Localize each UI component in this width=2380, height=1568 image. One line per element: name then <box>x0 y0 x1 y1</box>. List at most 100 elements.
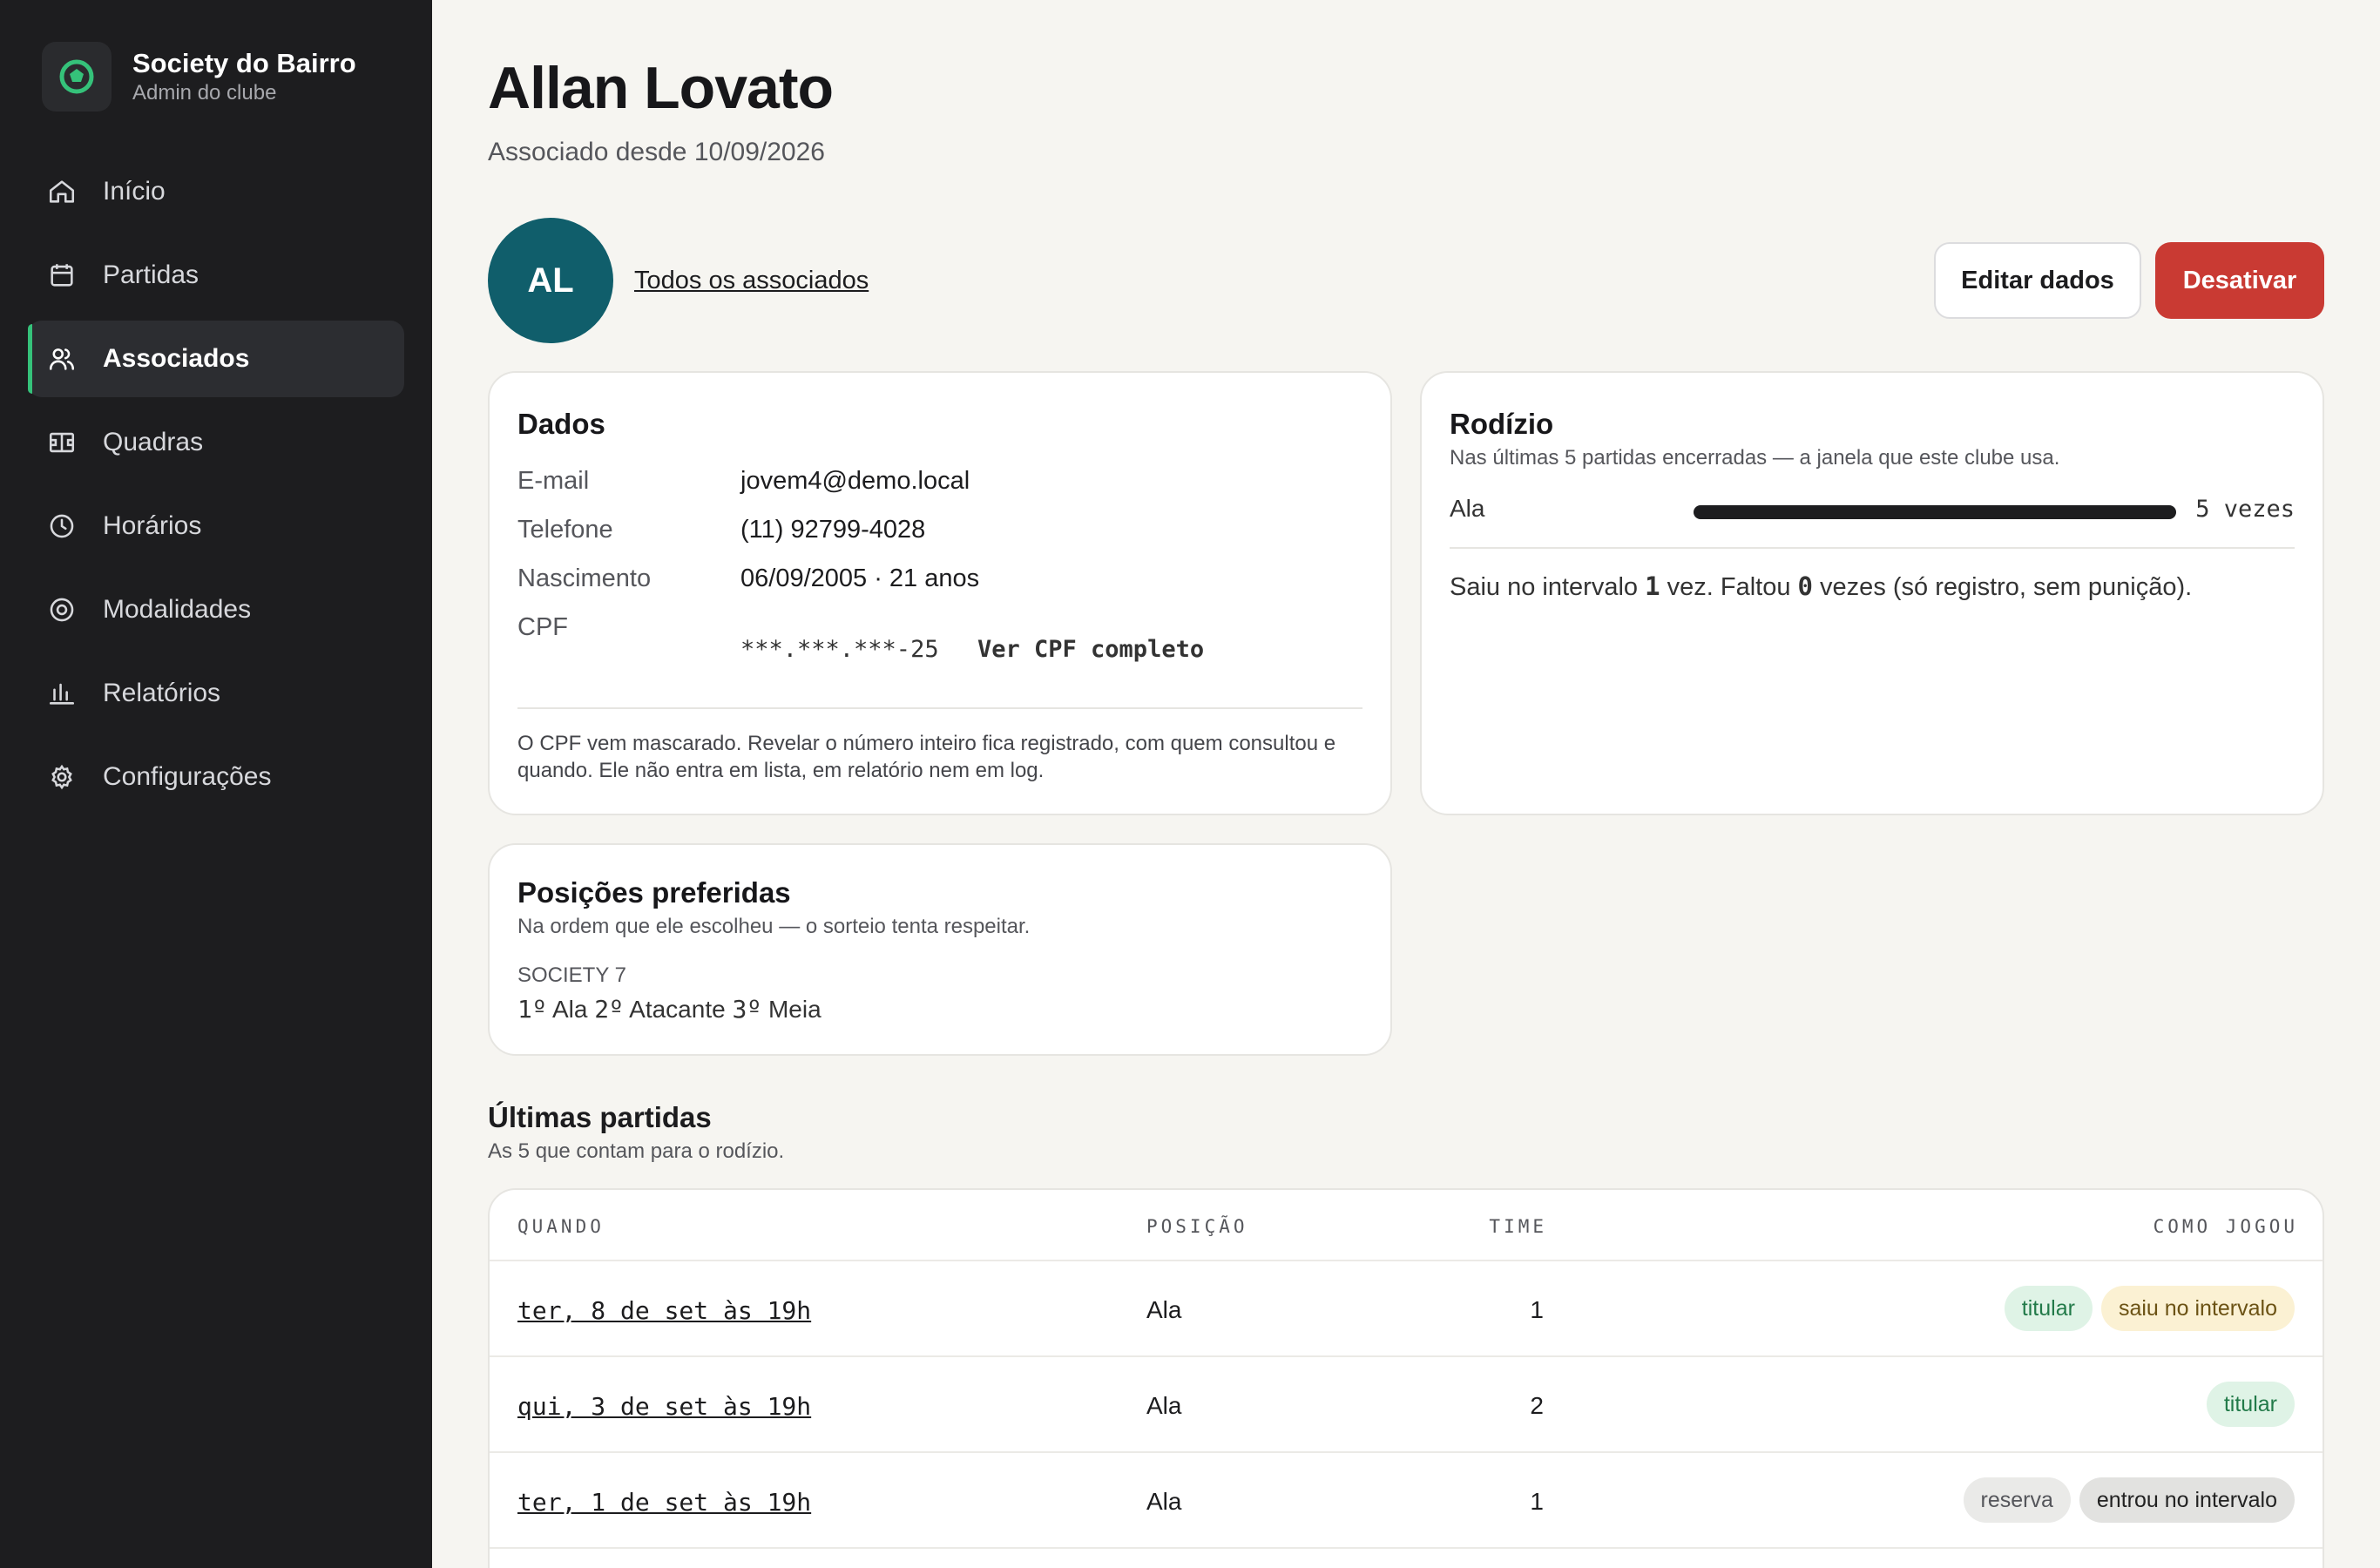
rodizio-bar <box>1694 505 2176 519</box>
position-item: Ala <box>551 996 588 1023</box>
status-badge: reserva <box>1963 1477 2071 1523</box>
status-badge: titular <box>2206 1382 2295 1427</box>
rodizio-title: Rodízio <box>1450 408 1554 440</box>
bar-chart-icon <box>49 683 75 705</box>
sidebar-item-label: Quadras <box>103 428 204 456</box>
summary-text: vezes (só registro, sem punição). <box>1813 573 2193 601</box>
phone-value: (11) 92799-4028 <box>740 516 926 544</box>
birth-label: Nascimento <box>517 564 652 592</box>
recent-matches-title: Últimas partidas <box>488 1101 712 1133</box>
sidebar-item-quadras[interactable]: Quadras <box>28 404 404 481</box>
table-row[interactable]: ter, 1 de set às 19h Ala 1 reserva entro… <box>490 1451 2323 1547</box>
target-icon <box>50 598 74 622</box>
court-icon <box>49 432 75 453</box>
table-row[interactable]: qui, 3 de set às 19h Ala 2 titular <box>490 1355 2323 1451</box>
dados-title: Dados <box>517 408 605 440</box>
cpf-note: O CPF vem mascarado. Revelar o número in… <box>517 732 1336 782</box>
phone-label: Telefone <box>517 516 613 544</box>
users-icon <box>49 348 75 370</box>
email-value: jovem4@demo.local <box>740 467 970 495</box>
birth-value: 06/09/2005 · 21 anos <box>740 564 980 592</box>
gear-icon <box>51 764 72 790</box>
cpf-masked-value: ***.***.***-25 <box>740 636 939 663</box>
sidebar-item-partidas[interactable]: Partidas <box>28 237 404 314</box>
positions-subtitle: Na ordem que ele escolheu — o sorteio te… <box>517 915 1031 938</box>
cpf-label: CPF <box>517 613 568 641</box>
match-date-link[interactable]: qui, 3 de set às 19h <box>517 1392 811 1421</box>
edit-button[interactable]: Editar dados <box>1934 242 2141 319</box>
email-label: E-mail <box>517 467 590 495</box>
brand-name: Society do Bairro <box>132 48 356 78</box>
recent-matches-table: QUANDO POSIÇÃO TIME COMO JOGOU ter, 8 de… <box>488 1188 2324 1568</box>
match-tags: reserva entrou no intervalo <box>1963 1477 2295 1523</box>
match-tags: titular saiu no intervalo <box>2004 1286 2295 1331</box>
deactivate-button[interactable]: Desativar <box>2155 242 2324 319</box>
sidebar-item-relatorios[interactable]: Relatórios <box>28 655 404 732</box>
match-team: 1 <box>1530 1488 1544 1515</box>
sidebar-item-label: Relatórios <box>103 679 221 707</box>
club-logo-icon <box>42 42 112 112</box>
rodizio-count: 5 vezes <box>2195 496 2295 523</box>
match-team: 2 <box>1530 1392 1544 1419</box>
sidebar-item-configuracoes[interactable]: Configurações <box>28 739 404 815</box>
member-since: Associado desde 10/09/2026 <box>488 138 825 166</box>
position-rank: 1º <box>517 995 547 1024</box>
rodizio-subtitle: Nas últimas 5 partidas encerradas — a ja… <box>1450 446 2060 470</box>
sidebar-item-horarios[interactable]: Horários <box>28 488 404 564</box>
summary-absent-count: 0 <box>1797 571 1813 601</box>
position-item: Meia <box>767 996 822 1023</box>
calendar-icon <box>51 264 73 287</box>
match-position: Ala <box>1146 1488 1182 1515</box>
rodizio-card: Rodízio Nas últimas 5 partidas encerrada… <box>1420 371 2324 815</box>
divider <box>517 707 1362 709</box>
status-badge: entrou no intervalo <box>2079 1477 2295 1523</box>
sidebar-item-label: Partidas <box>103 260 199 289</box>
sidebar-nav: Início Partidas Associados Quadras Horár… <box>28 153 404 822</box>
position-item: Atacante <box>629 996 726 1023</box>
sidebar-item-label: Horários <box>103 511 202 540</box>
summary-left-count: 1 <box>1645 571 1660 601</box>
summary-text: vez. Faltou <box>1660 573 1798 601</box>
sidebar-item-label: Associados <box>103 344 250 373</box>
home-icon <box>49 180 75 203</box>
table-row <box>490 1547 2323 1568</box>
page-title: Allan Lovato <box>488 55 834 121</box>
positions-list: 1º Ala 2º Atacante 3º Meia <box>517 995 822 1024</box>
column-header-time: TIME <box>1489 1216 1547 1237</box>
brand-subtitle: Admin do clube <box>132 81 277 105</box>
brand[interactable]: Society do Bairro Admin do clube <box>42 42 356 112</box>
positions-card: Posições preferidas Na ordem que ele esc… <box>488 843 1392 1056</box>
status-badge: titular <box>2004 1286 2093 1331</box>
match-date-link[interactable]: ter, 8 de set às 19h <box>517 1296 811 1325</box>
summary-text: Saiu no intervalo <box>1450 573 1646 601</box>
match-date-link[interactable]: ter, 1 de set às 19h <box>517 1488 811 1517</box>
divider <box>1450 547 2295 549</box>
avatar: AL <box>488 218 613 343</box>
match-tags: titular <box>2206 1382 2295 1427</box>
cpf-value-row: ***.***.***-25 Ver CPF completo <box>740 636 1204 663</box>
sidebar: Society do Bairro Admin do clube Início … <box>0 0 432 1568</box>
recent-matches-subtitle: As 5 que contam para o rodízio. <box>488 1139 785 1163</box>
positions-modality: SOCIETY 7 <box>517 963 626 987</box>
sidebar-item-label: Início <box>103 177 166 206</box>
sidebar-item-inicio[interactable]: Início <box>28 153 404 230</box>
match-team: 1 <box>1530 1296 1544 1323</box>
sidebar-item-modalidades[interactable]: Modalidades <box>28 571 404 648</box>
column-header-como-jogou: COMO JOGOU <box>2153 1216 2298 1237</box>
sidebar-item-label: Configurações <box>103 762 272 791</box>
all-members-link[interactable]: Todos os associados <box>634 267 869 295</box>
position-rank: 3º <box>732 995 762 1024</box>
column-header-posicao: POSIÇÃO <box>1146 1216 1248 1237</box>
clock-icon <box>50 514 74 538</box>
match-position: Ala <box>1146 1296 1182 1323</box>
match-position: Ala <box>1146 1392 1182 1419</box>
reveal-cpf-button[interactable]: Ver CPF completo <box>977 636 1204 663</box>
table-row[interactable]: ter, 8 de set às 19h Ala 1 titular saiu … <box>490 1260 2323 1355</box>
dados-card: Dados E-mail jovem4@demo.local Telefone … <box>488 371 1392 815</box>
rodizio-position: Ala <box>1450 495 1485 522</box>
sidebar-item-label: Modalidades <box>103 595 252 624</box>
status-badge: saiu no intervalo <box>2100 1286 2295 1331</box>
sidebar-item-associados[interactable]: Associados <box>28 321 404 397</box>
column-header-quando: QUANDO <box>517 1216 605 1237</box>
rodizio-summary: Saiu no intervalo 1 vez. Faltou 0 vezes … <box>1450 571 2192 602</box>
